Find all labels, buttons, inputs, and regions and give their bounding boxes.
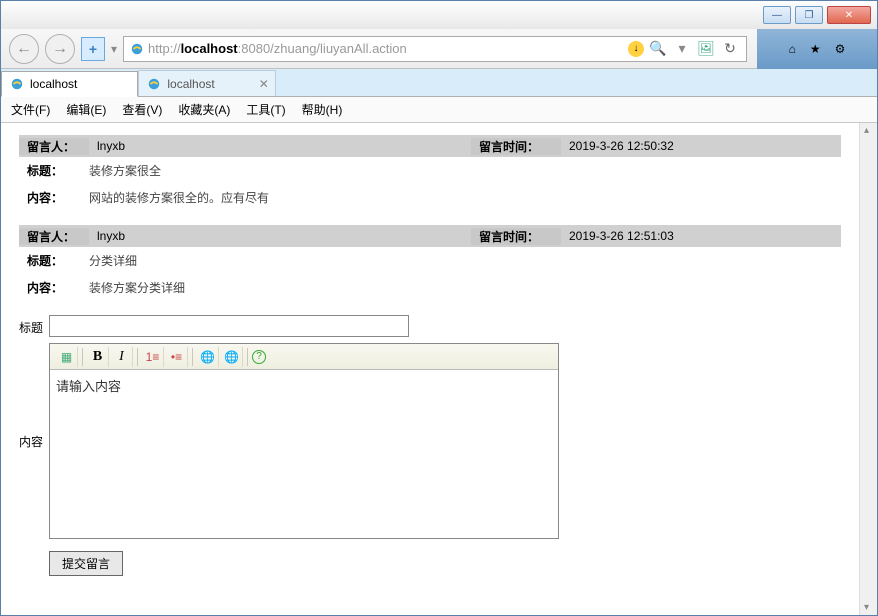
content-value: 网站的装修方案很全的。应有尽有 <box>89 189 841 206</box>
content-label: 内容： <box>19 189 89 206</box>
menu-file[interactable]: 文件(F) <box>11 101 50 118</box>
time-label: 留言时间： <box>471 138 561 155</box>
content-shell: 留言人： lnyxb 留言时间： 2019-3-26 12:50:32 标题： … <box>1 123 877 615</box>
message-block: 留言人： lnyxb 留言时间： 2019-3-26 12:51:03 标题： … <box>19 225 841 301</box>
message-block: 留言人： lnyxb 留言时间： 2019-3-26 12:50:32 标题： … <box>19 135 841 211</box>
message-content-row: 内容： 网站的装修方案很全的。应有尽有 <box>19 184 841 211</box>
title-label: 标题： <box>19 162 89 179</box>
unlink-icon[interactable]: 🌐 <box>221 347 243 367</box>
security-shield-icon[interactable]: + <box>81 37 105 61</box>
ie-icon <box>10 77 24 91</box>
page-content: 留言人： lnyxb 留言时间： 2019-3-26 12:50:32 标题： … <box>1 123 859 615</box>
tab-label: localhost <box>167 77 214 91</box>
italic-icon[interactable]: I <box>111 347 133 367</box>
message-title-row: 标题： 分类详细 <box>19 247 841 274</box>
window-titlebar: — ❐ ✕ <box>1 1 877 29</box>
menu-help[interactable]: 帮助(H) <box>302 101 343 118</box>
tab-close-icon[interactable]: ✕ <box>259 77 269 91</box>
time-value: 2019-3-26 12:50:32 <box>561 139 841 153</box>
editor-toolbar: ▦ B I 1≡ •≡ 🌐 🌐 ? <box>50 344 558 370</box>
toolbar-separator <box>247 348 248 366</box>
plugin-icon[interactable]: ↓ <box>628 41 644 57</box>
favorites-icon[interactable]: ★ <box>810 42 821 56</box>
menu-bar: 文件(F) 编辑(E) 查看(V) 收藏夹(A) 工具(T) 帮助(H) <box>1 97 877 123</box>
submit-button[interactable]: 提交留言 <box>49 551 123 576</box>
menu-favorites[interactable]: 收藏夹(A) <box>178 101 230 118</box>
source-icon[interactable]: ▦ <box>56 347 78 367</box>
forward-button[interactable]: → <box>45 34 75 64</box>
browser-navbar: ← → + ▾ http://localhost:8080/zhuang/liu… <box>1 29 877 69</box>
help-icon[interactable]: ? <box>252 350 266 364</box>
menu-view[interactable]: 查看(V) <box>122 101 162 118</box>
editor-body[interactable]: 请输入内容 <box>50 370 558 538</box>
title-input[interactable] <box>49 315 409 337</box>
author-label: 留言人： <box>19 138 89 155</box>
form-title-row: 标题 <box>19 315 841 337</box>
title-value: 分类详细 <box>89 252 841 269</box>
title-value: 装修方案很全 <box>89 162 841 179</box>
toolbar-separator <box>192 348 193 366</box>
tab-bar: localhost localhost ✕ <box>1 69 877 97</box>
bold-icon[interactable]: B <box>87 347 109 367</box>
author-label: 留言人： <box>19 228 89 245</box>
form-content-label: 内容 <box>19 343 49 450</box>
author-value: lnyxb <box>89 229 471 243</box>
menu-tools[interactable]: 工具(T) <box>246 101 285 118</box>
home-icon[interactable]: ⌂ <box>789 42 796 56</box>
form-title-label: 标题 <box>19 315 49 336</box>
maximize-button[interactable]: ❐ <box>795 6 823 24</box>
minimize-button[interactable]: — <box>763 6 791 24</box>
shield-dropdown-icon[interactable]: ▾ <box>111 42 117 56</box>
ie-icon <box>147 77 161 91</box>
toolbar-separator <box>82 348 83 366</box>
toolbar-separator <box>137 348 138 366</box>
close-button[interactable]: ✕ <box>827 6 871 24</box>
tab-label: localhost <box>30 77 77 91</box>
author-value: lnyxb <box>89 139 471 153</box>
content-label: 内容： <box>19 279 89 296</box>
chrome-right-buttons: ⌂ ★ ⚙ <box>757 29 877 69</box>
address-bar[interactable]: http://localhost:8080/zhuang/liuyanAll.a… <box>123 36 747 62</box>
message-header: 留言人： lnyxb 留言时间： 2019-3-26 12:51:03 <box>19 225 841 247</box>
title-label: 标题： <box>19 252 89 269</box>
time-value: 2019-3-26 12:51:03 <box>561 229 841 243</box>
ie-icon <box>130 42 144 56</box>
vertical-scrollbar[interactable] <box>859 123 877 615</box>
refresh-icon[interactable]: ↻ <box>720 39 740 59</box>
tab-localhost-1[interactable]: localhost <box>1 71 138 97</box>
settings-icon[interactable]: ⚙ <box>835 42 846 56</box>
image-icon[interactable]: 🖼 <box>696 39 716 59</box>
message-title-row: 标题： 装修方案很全 <box>19 157 841 184</box>
tab-localhost-2[interactable]: localhost ✕ <box>138 70 275 96</box>
rich-text-editor: ▦ B I 1≡ •≡ 🌐 🌐 ? 请输入内容 <box>49 343 559 539</box>
back-button[interactable]: ← <box>9 34 39 64</box>
content-value: 装修方案分类详细 <box>89 279 841 296</box>
unordered-list-icon[interactable]: •≡ <box>166 347 188 367</box>
link-icon[interactable]: 🌐 <box>197 347 219 367</box>
time-label: 留言时间： <box>471 228 561 245</box>
form-content-row: 内容 ▦ B I 1≡ •≡ 🌐 🌐 ? 请输入内容 <box>19 343 841 539</box>
message-header: 留言人： lnyxb 留言时间： 2019-3-26 12:50:32 <box>19 135 841 157</box>
url-text: http://localhost:8080/zhuang/liuyanAll.a… <box>148 41 624 56</box>
ordered-list-icon[interactable]: 1≡ <box>142 347 164 367</box>
menu-edit[interactable]: 编辑(E) <box>66 101 106 118</box>
message-content-row: 内容： 装修方案分类详细 <box>19 274 841 301</box>
search-dropdown-icon[interactable]: ▾ <box>672 39 692 59</box>
search-icon[interactable]: 🔍 <box>648 39 668 59</box>
